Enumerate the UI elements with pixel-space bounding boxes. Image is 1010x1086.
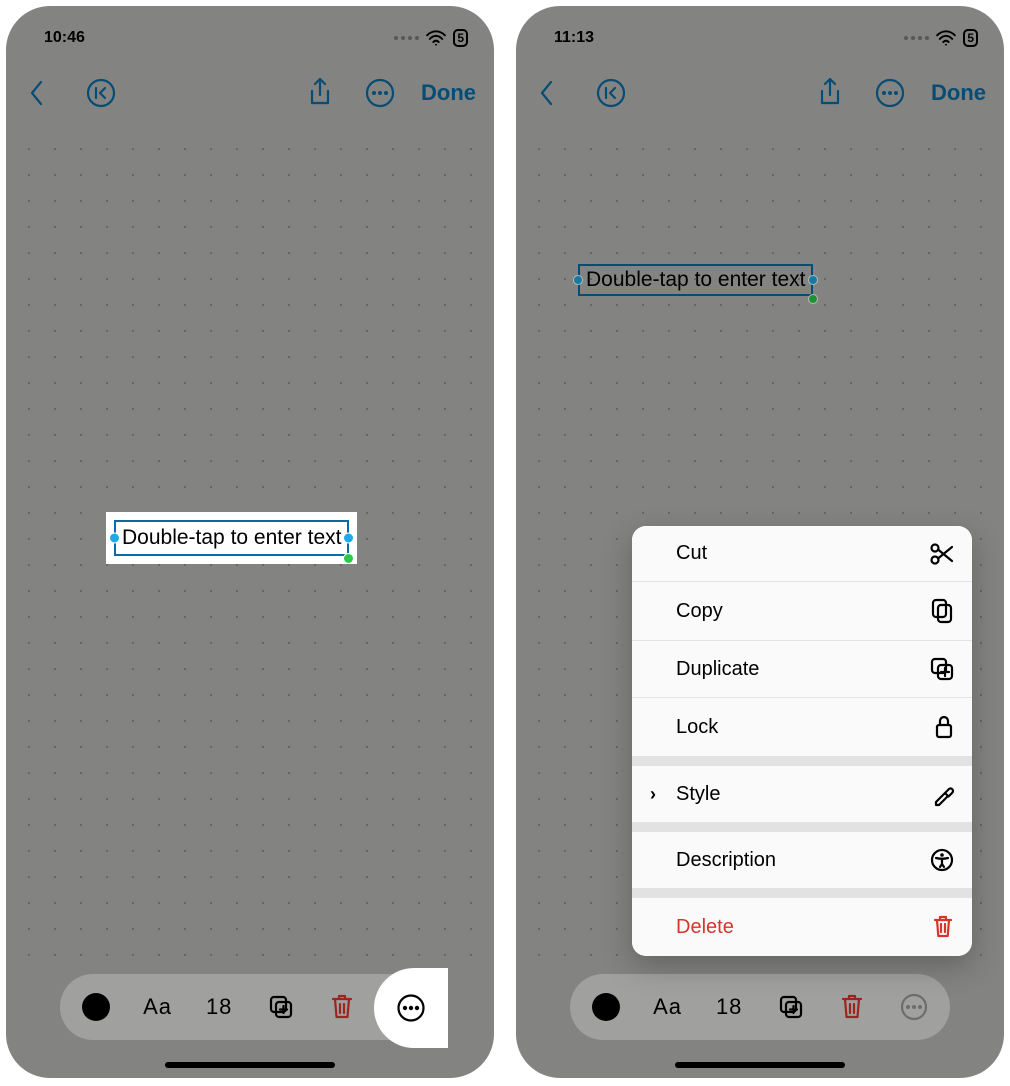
menu-label: Duplicate bbox=[676, 658, 759, 681]
menu-item-description[interactable]: Description bbox=[632, 832, 972, 888]
duplicate-tool-button[interactable] bbox=[769, 985, 813, 1029]
status-bar: 10:46 5 bbox=[6, 6, 494, 56]
status-time: 11:13 bbox=[554, 29, 594, 47]
copy-icon bbox=[930, 598, 954, 624]
signal-dots-icon bbox=[904, 36, 929, 40]
back-button[interactable] bbox=[18, 74, 56, 112]
accessibility-icon bbox=[930, 848, 954, 872]
menu-item-lock[interactable]: Lock bbox=[632, 698, 972, 756]
menu-label: Style bbox=[676, 783, 720, 806]
color-swatch-button[interactable] bbox=[74, 985, 118, 1029]
font-size-button[interactable]: 18 bbox=[197, 985, 241, 1029]
font-size-button[interactable]: 18 bbox=[707, 985, 751, 1029]
lock-icon bbox=[934, 714, 954, 740]
wifi-icon bbox=[935, 30, 957, 46]
chevron-right-icon: › bbox=[650, 784, 668, 805]
battery-icon: 5 bbox=[453, 29, 468, 47]
font-style-button[interactable]: Aa bbox=[646, 985, 690, 1029]
context-menu: Cut Copy Duplicate Lock › Style Descript… bbox=[632, 526, 972, 956]
share-button[interactable] bbox=[301, 74, 339, 112]
more-button[interactable] bbox=[361, 74, 399, 112]
resize-handle-left[interactable] bbox=[573, 275, 583, 285]
screenshot-left: 10:46 5 Done Dou bbox=[6, 6, 494, 1078]
menu-item-style[interactable]: › Style bbox=[632, 766, 972, 822]
duplicate-icon bbox=[930, 657, 954, 681]
status-bar: 11:13 5 bbox=[516, 6, 1004, 56]
wifi-icon bbox=[425, 30, 447, 46]
signal-dots-icon bbox=[394, 36, 419, 40]
delete-tool-button[interactable] bbox=[830, 985, 874, 1029]
rotate-handle[interactable] bbox=[343, 553, 354, 564]
color-swatch-button[interactable] bbox=[584, 985, 628, 1029]
resize-handle-right[interactable] bbox=[343, 533, 354, 544]
status-time: 10:46 bbox=[44, 29, 85, 47]
eyedropper-icon bbox=[932, 782, 954, 806]
more-tool-button[interactable] bbox=[892, 985, 936, 1029]
home-indicator bbox=[675, 1062, 845, 1068]
menu-separator bbox=[632, 756, 972, 766]
font-style-button[interactable]: Aa bbox=[136, 985, 180, 1029]
back-button[interactable] bbox=[528, 74, 566, 112]
screenshot-right: 11:13 5 Done Double-tap to bbox=[516, 6, 1004, 1078]
selected-text-box[interactable]: Double-tap to enter text bbox=[578, 264, 813, 296]
menu-label: Cut bbox=[676, 542, 707, 565]
nav-bar: Done bbox=[516, 56, 1004, 122]
undo-button[interactable] bbox=[592, 74, 630, 112]
undo-button[interactable] bbox=[82, 74, 120, 112]
scissors-icon bbox=[930, 543, 954, 565]
duplicate-tool-button[interactable] bbox=[259, 985, 303, 1029]
menu-label: Copy bbox=[676, 600, 723, 623]
textbox-placeholder: Double-tap to enter text bbox=[122, 526, 341, 549]
menu-separator bbox=[632, 888, 972, 898]
menu-item-delete[interactable]: Delete bbox=[632, 898, 972, 956]
menu-item-duplicate[interactable]: Duplicate bbox=[632, 641, 972, 698]
resize-handle-right[interactable] bbox=[808, 275, 818, 285]
more-button[interactable] bbox=[871, 74, 909, 112]
menu-item-copy[interactable]: Copy bbox=[632, 582, 972, 641]
menu-label: Delete bbox=[676, 916, 734, 939]
menu-item-cut[interactable]: Cut bbox=[632, 526, 972, 582]
menu-label: Lock bbox=[676, 716, 718, 739]
resize-handle-left[interactable] bbox=[109, 533, 120, 544]
done-button[interactable]: Done bbox=[931, 80, 986, 106]
bottom-toolbar: Aa 18 bbox=[570, 974, 950, 1040]
share-button[interactable] bbox=[811, 74, 849, 112]
done-button[interactable]: Done bbox=[421, 80, 476, 106]
nav-bar: Done bbox=[6, 56, 494, 122]
battery-icon: 5 bbox=[963, 29, 978, 47]
trash-icon bbox=[932, 914, 954, 940]
home-indicator bbox=[165, 1062, 335, 1068]
menu-label: Description bbox=[676, 849, 776, 872]
textbox-placeholder: Double-tap to enter text bbox=[586, 268, 805, 291]
delete-tool-button[interactable] bbox=[320, 985, 364, 1029]
more-tool-highlight[interactable] bbox=[374, 968, 448, 1048]
selected-text-box[interactable]: Double-tap to enter text bbox=[106, 512, 357, 564]
menu-separator bbox=[632, 822, 972, 832]
